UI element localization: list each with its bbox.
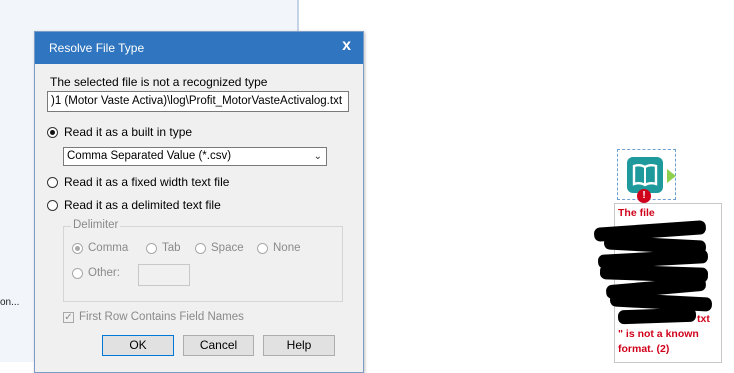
annotation-line-1: The file <box>618 207 655 219</box>
ok-button[interactable]: OK <box>102 335 174 356</box>
delimiter-other-input[interactable] <box>138 264 190 286</box>
radio-icon[interactable] <box>47 126 58 138</box>
dialog-title: Resolve File Type <box>49 41 145 55</box>
radio-delimited-label: Read it as a delimited text file <box>64 198 221 212</box>
radio-fixed-width[interactable]: Read it as a fixed width text file <box>47 175 229 189</box>
delimiter-other[interactable]: Other: <box>72 267 120 279</box>
radio-icon[interactable] <box>257 242 268 254</box>
radio-icon[interactable] <box>72 242 83 254</box>
error-icon: ! <box>637 189 651 203</box>
dialog-message: The selected file is not a recognized ty… <box>50 75 268 89</box>
chevron-down-icon: ⌄ <box>313 151 322 162</box>
delimiter-group-label: Delimiter <box>71 219 121 231</box>
resolve-file-type-dialog: Resolve File Type x The selected file is… <box>34 31 364 373</box>
radio-builtin-type[interactable]: Read it as a built in type <box>47 125 192 139</box>
builtin-type-value: Comma Separated Value (*.csv) <box>67 150 232 162</box>
input-tool-icon[interactable] <box>627 157 663 193</box>
radio-icon[interactable] <box>72 267 83 279</box>
help-button[interactable]: Help <box>263 335 335 356</box>
dialog-titlebar[interactable]: Resolve File Type x <box>35 32 363 64</box>
annotation-line-3: " is not a known <box>618 328 699 340</box>
delimiter-comma[interactable]: Comma <box>72 242 128 254</box>
background-truncated-text: on... <box>0 297 20 308</box>
annotation-line-2: txt <box>697 313 710 325</box>
file-path-field[interactable]: )1 (Motor Vaste Activa)\log\Profit_Motor… <box>47 91 349 112</box>
radio-icon[interactable] <box>47 176 58 188</box>
redaction-mark <box>617 307 697 325</box>
close-icon[interactable]: x <box>342 37 351 55</box>
first-row-checkbox[interactable]: ✓ First Row Contains Field Names <box>63 311 244 323</box>
first-row-label: First Row Contains Field Names <box>79 311 244 323</box>
delimiter-group <box>63 226 343 302</box>
book-icon <box>632 164 658 187</box>
radio-icon[interactable] <box>195 242 206 254</box>
output-anchor[interactable] <box>667 169 676 183</box>
checkmark-icon[interactable]: ✓ <box>63 311 74 323</box>
builtin-type-select[interactable]: Comma Separated Value (*.csv) ⌄ <box>63 147 327 166</box>
delimiter-tab[interactable]: Tab <box>146 242 181 254</box>
annotation-line-4: format. (2) <box>618 343 670 355</box>
radio-fixed-width-label: Read it as a fixed width text file <box>64 175 230 189</box>
cancel-button[interactable]: Cancel <box>183 335 254 356</box>
radio-icon[interactable] <box>47 199 58 211</box>
delimiter-space[interactable]: Space <box>195 242 244 254</box>
radio-delimited[interactable]: Read it as a delimited text file <box>47 198 221 212</box>
radio-icon[interactable] <box>146 242 157 254</box>
radio-builtin-label: Read it as a built in type <box>64 125 193 139</box>
delimiter-none[interactable]: None <box>257 242 301 254</box>
